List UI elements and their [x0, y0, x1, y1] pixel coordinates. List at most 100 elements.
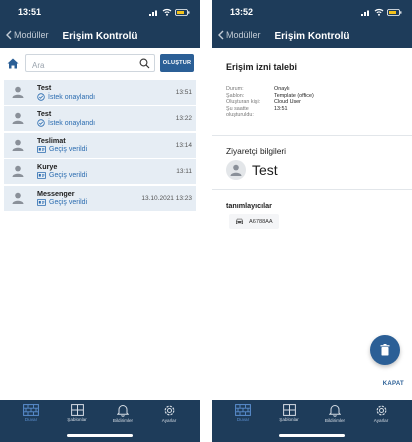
divider	[212, 135, 412, 136]
person-icon	[230, 164, 242, 176]
tab-label: Duvar	[236, 417, 250, 422]
search-icon[interactable]	[139, 58, 150, 69]
detail-value: 13:51	[274, 105, 288, 112]
battery-icon	[175, 8, 190, 16]
pass-icon	[37, 172, 46, 180]
tab-notifications[interactable]: Bildirimler	[315, 404, 355, 423]
item-name: Teslimat	[37, 135, 66, 145]
item-time: 13:14	[175, 141, 192, 149]
item-status-label: İstek onaylandı	[48, 93, 96, 101]
status-time: 13:52	[230, 7, 254, 17]
list-item[interactable]: Test İstek onaylandı 13:51	[4, 80, 196, 105]
visitor-section-title: Ziyaretçi bilgileri	[226, 146, 287, 156]
tab-label: Şablonlar	[279, 417, 299, 422]
tab-wall[interactable]: Duvar	[223, 404, 263, 423]
close-button[interactable]: KAPAT	[383, 381, 404, 387]
status-icons	[149, 8, 190, 16]
trash-icon	[380, 344, 390, 356]
templates-icon	[70, 404, 84, 416]
header: 13:51 Modüller Erişim Kontrolü	[0, 0, 200, 48]
detail-row: Şu saatte 13:51	[226, 106, 314, 113]
wifi-icon	[162, 8, 172, 16]
identifiers-title: tanımlayıcılar	[226, 201, 272, 210]
status-time: 13:51	[18, 7, 42, 17]
person-icon	[12, 165, 24, 178]
home-indicator	[67, 434, 133, 437]
car-icon	[236, 218, 243, 224]
person-icon	[12, 86, 24, 98]
list-item[interactable]: Test İstek onaylandı 13:22	[4, 106, 196, 132]
page-title: Erişim Kontrolü	[274, 31, 350, 42]
check-circle-icon	[37, 93, 45, 101]
item-status-label: Geçiş verildi	[49, 198, 88, 206]
wall-icon	[235, 404, 251, 416]
detail-key: Durum:	[226, 86, 244, 92]
detail-key: oluşturuldu:	[226, 112, 254, 119]
item-status-label: Geçiş verildi	[49, 172, 88, 180]
tab-templates[interactable]: Şablonlar	[57, 404, 97, 423]
detail-key: Oluşturan kişi:	[226, 99, 261, 106]
item-time: 13.10.2021 13:23	[141, 194, 192, 202]
gear-icon	[376, 405, 386, 416]
detail-key: Şablon:	[226, 92, 245, 99]
home-button[interactable]	[6, 56, 20, 70]
access-list-screen: 13:51 Modüller Erişim Kontrolü OLUŞTUR T…	[0, 0, 200, 442]
tab-settings[interactable]: Ayarlar	[361, 404, 401, 423]
pass-icon	[37, 145, 46, 153]
item-name: Test	[37, 109, 52, 119]
plate-number: A6788AA	[249, 218, 273, 225]
detail-value: Cloud User	[274, 99, 301, 106]
list-item[interactable]: Messenger Geçiş verildi 13.10.2021 13:23	[4, 185, 196, 211]
list-item[interactable]: Teslimat Geçiş verildi 13:14	[4, 132, 196, 158]
tab-bar: Duvar Şablonlar Bildirimler Ayarlar	[0, 400, 200, 442]
delete-button[interactable]	[370, 335, 400, 365]
tab-wall[interactable]: Duvar	[11, 404, 51, 423]
access-detail-screen: 13:52 Modüller Erişim Kontrolü Erişim iz…	[212, 0, 412, 442]
item-status-label: Geçiş verildi	[49, 145, 88, 153]
detail-row: Durum: Onaylı	[226, 86, 314, 93]
item-time: 13:11	[176, 168, 192, 176]
tab-settings[interactable]: Ayarlar	[149, 404, 189, 423]
check-circle-icon	[37, 119, 45, 128]
tab-label: Ayarlar	[161, 418, 177, 423]
tab-templates[interactable]: Şablonlar	[269, 404, 309, 423]
wifi-icon	[374, 8, 384, 16]
item-status: İstek onaylandı	[37, 93, 95, 101]
page-title: Erişim Kontrolü	[62, 31, 138, 42]
detail-row: Oluşturan kişi: Cloud User	[226, 99, 314, 106]
person-icon	[12, 139, 24, 151]
search-input[interactable]	[26, 57, 154, 74]
templates-icon	[282, 404, 296, 416]
item-status: Geçiş verildi	[37, 199, 87, 206]
tab-label: Bildirimler	[112, 418, 134, 423]
item-time: 13:51	[175, 89, 192, 96]
detail-row: oluşturuldu:	[226, 112, 314, 119]
gear-icon	[164, 405, 174, 416]
pass-icon	[37, 198, 46, 206]
item-name: Test	[37, 83, 52, 92]
item-name: Messenger	[37, 188, 75, 198]
detail-value: Template (office)	[274, 92, 314, 99]
detail-title: Erişim izni talebi	[226, 62, 298, 72]
person-icon	[12, 192, 24, 204]
tab-label: Bildirimler	[324, 418, 346, 423]
header: 13:52 Modüller Erişim Kontrolü	[212, 0, 412, 48]
list-toolbar: OLUŞTUR	[6, 53, 194, 74]
divider	[212, 189, 412, 190]
tab-notifications[interactable]: Bildirimler	[103, 404, 143, 423]
item-name: Kurye	[37, 162, 58, 172]
item-status: Geçiş verildi	[37, 146, 87, 153]
item-status: Geçiş verildi	[37, 172, 87, 179]
search-box	[25, 54, 155, 74]
tab-bar: Duvar Şablonlar Bildirimler Ayarlar	[212, 400, 412, 442]
item-time: 13:22	[175, 115, 192, 123]
home-indicator	[279, 434, 345, 437]
tab-label: Ayarlar	[373, 418, 389, 423]
tab-label: Şablonlar	[67, 417, 87, 422]
detail-row: Şablon: Template (office)	[226, 93, 314, 100]
list-item[interactable]: Kurye Geçiş verildi 13:11	[4, 159, 196, 185]
avatar	[226, 160, 246, 180]
request-details: Durum: Onaylı Şablon: Template (office) Ol…	[226, 86, 314, 119]
tab-label: Duvar	[24, 417, 38, 422]
create-button[interactable]: OLUŞTUR	[160, 54, 194, 72]
